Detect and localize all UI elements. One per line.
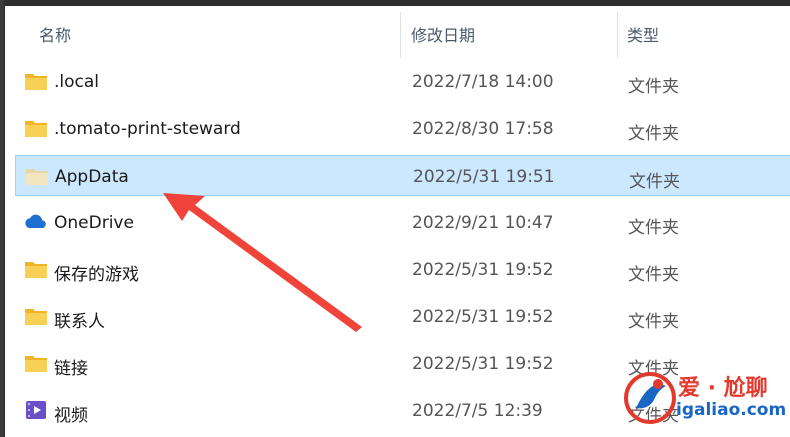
- file-modified: 2022/7/18 14:00: [412, 72, 554, 92]
- file-name: 联系人: [54, 312, 105, 332]
- file-row[interactable]: 联系人 2022/5/31 19:52 文件夹: [15, 296, 790, 337]
- file-type: 文件夹: [628, 77, 679, 97]
- file-type: 文件夹: [629, 172, 680, 192]
- file-type: 文件夹: [628, 124, 679, 144]
- file-modified: 2022/5/31 19:51: [413, 167, 555, 187]
- file-row-selected[interactable]: AppData 2022/5/31 19:51 文件夹: [15, 155, 790, 196]
- column-header-modified[interactable]: 修改日期: [411, 22, 475, 46]
- folder-icon: [24, 70, 48, 92]
- file-modified: 2022/8/30 17:58: [412, 119, 554, 139]
- video-icon: [24, 399, 48, 421]
- file-modified: 2022/5/31 19:52: [412, 260, 554, 280]
- column-header-name[interactable]: 名称: [39, 22, 71, 46]
- watermark: 爱 · 尬聊 igaliao.com: [618, 366, 790, 432]
- watermark-url: igaliao.com: [676, 400, 787, 420]
- watermark-title: 爱 · 尬聊: [678, 376, 768, 401]
- file-row[interactable]: .local 2022/7/18 14:00 文件夹: [15, 61, 790, 102]
- file-name: 保存的游戏: [54, 265, 139, 285]
- column-divider[interactable]: [400, 12, 401, 58]
- file-type: 文件夹: [628, 312, 679, 332]
- file-name: .tomato-print-steward: [54, 119, 241, 139]
- file-type: 文件夹: [628, 218, 679, 238]
- folder-icon: [24, 352, 48, 374]
- column-divider[interactable]: [617, 12, 618, 58]
- column-header-bar: 名称 修改日期 类型: [5, 6, 790, 58]
- file-modified: 2022/7/5 12:39: [412, 401, 543, 421]
- file-row[interactable]: 保存的游戏 2022/5/31 19:52 文件夹: [15, 249, 790, 290]
- column-header-type[interactable]: 类型: [627, 22, 659, 46]
- folder-icon: [25, 165, 49, 187]
- file-type: 文件夹: [628, 265, 679, 285]
- folder-icon: [24, 258, 48, 280]
- file-name: .local: [54, 72, 100, 92]
- file-name: AppData: [55, 167, 129, 187]
- file-name: OneDrive: [54, 213, 134, 233]
- file-row[interactable]: .tomato-print-steward 2022/8/30 17:58 文件…: [15, 108, 790, 149]
- file-modified: 2022/5/31 19:52: [412, 307, 554, 327]
- folder-icon: [24, 117, 48, 139]
- file-modified: 2022/5/31 19:52: [412, 354, 554, 374]
- folder-icon: [24, 305, 48, 327]
- file-modified: 2022/9/21 10:47: [412, 213, 554, 233]
- cloud-icon: [24, 211, 48, 233]
- file-name: 链接: [54, 359, 88, 379]
- file-row[interactable]: OneDrive 2022/9/21 10:47 文件夹: [15, 202, 790, 243]
- watermark-logo-icon: [624, 372, 676, 424]
- file-name: 视频: [54, 406, 88, 426]
